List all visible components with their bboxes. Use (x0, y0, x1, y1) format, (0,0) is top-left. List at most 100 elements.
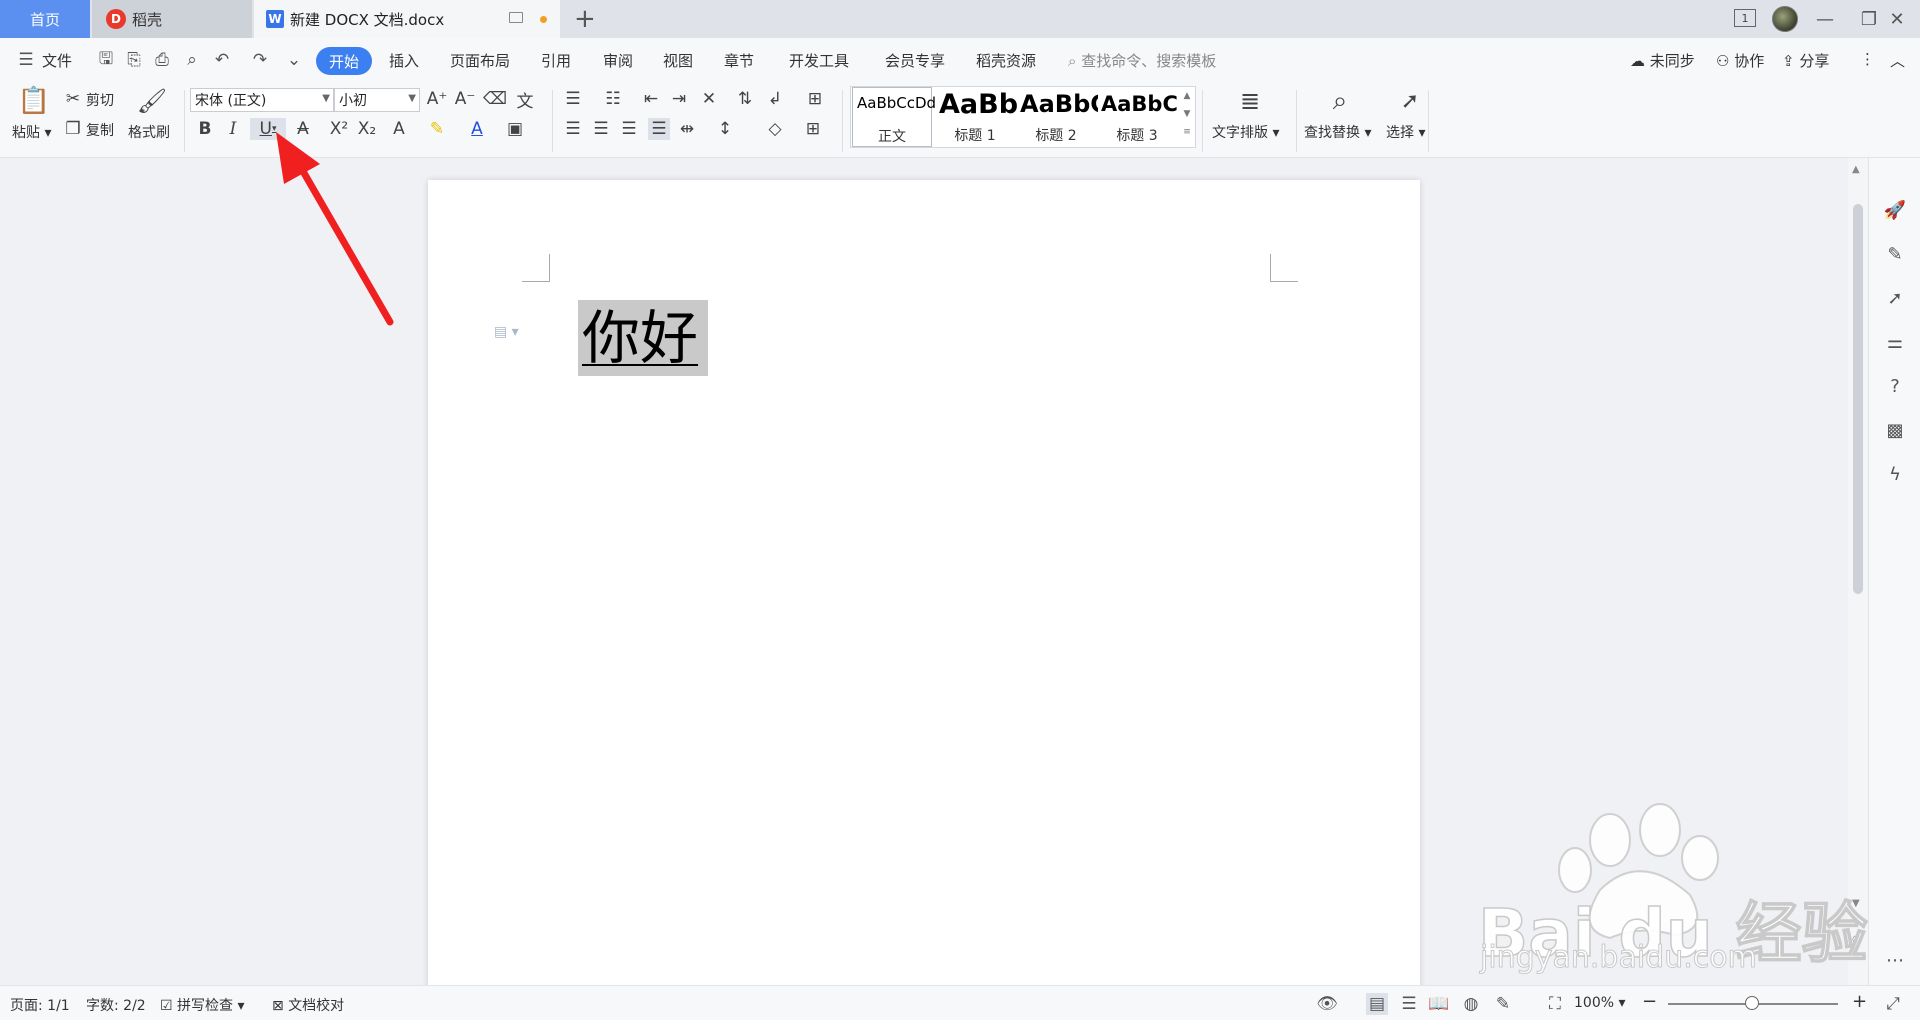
web-view-icon[interactable]: ◍ (1460, 993, 1482, 1015)
tab-document[interactable]: W 新建 DOCX 文档.docx (254, 0, 560, 38)
save-icon[interactable]: 🖫 (96, 49, 116, 70)
reading-view-icon[interactable]: 📖 (1428, 993, 1450, 1015)
tab-home[interactable]: 首页 (0, 0, 90, 38)
menu-start[interactable]: 开始 (316, 47, 372, 75)
increase-indent-icon[interactable]: ⇥ (668, 88, 690, 110)
menu-view[interactable]: 视图 (663, 50, 693, 71)
line-spacing-icon[interactable]: ↕ (714, 118, 736, 140)
align-right-icon[interactable]: ☰ (618, 118, 640, 140)
menu-review[interactable]: 审阅 (603, 50, 633, 71)
fit-page-icon[interactable]: ⛶ (1544, 993, 1566, 1015)
help-icon[interactable]: ? (1883, 374, 1907, 398)
grow-font-icon[interactable]: A⁺ (426, 88, 448, 110)
fullscreen-icon[interactable]: ⤢ (1882, 993, 1904, 1015)
align-left-icon[interactable]: ☰ (562, 118, 584, 140)
paste-button[interactable]: 粘贴 ▾ (12, 122, 51, 142)
select-cursor-icon[interactable]: ➚ (1396, 86, 1424, 116)
hamburger-menu-icon[interactable]: ☰ (16, 50, 36, 70)
copy-button[interactable]: 复制 (86, 120, 114, 140)
bold-button[interactable]: B (194, 118, 216, 140)
menu-insert[interactable]: 插入 (389, 50, 419, 71)
decrease-indent-icon[interactable]: ⇤ (640, 88, 662, 110)
undo-icon[interactable]: ↶ (212, 50, 232, 70)
spell-check-button[interactable]: ☑ 拼写检查 ▾ (160, 995, 245, 1015)
distributed-align-icon[interactable]: ⇹ (676, 118, 698, 140)
vertical-scrollbar[interactable]: ▲ ▼ ⇞ ○ ⇟ (1848, 158, 1868, 985)
select-button[interactable]: 选择 ▾ (1386, 122, 1425, 142)
command-search[interactable]: ⌕ 查找命令、搜索模板 (1068, 50, 1216, 71)
pen-icon[interactable]: ✎ (1883, 242, 1907, 266)
menu-references[interactable]: 引用 (541, 50, 571, 71)
menu-file[interactable]: 文件 (42, 50, 72, 71)
copy-icon[interactable]: ❐ (62, 118, 84, 140)
close-button[interactable]: ✕ (1874, 0, 1920, 38)
menu-chapter[interactable]: 章节 (724, 50, 754, 71)
find-replace-icon[interactable]: ⌕ (1326, 86, 1354, 116)
paragraph-handle-icon[interactable]: ▤ ▾ (494, 324, 519, 340)
writing-mode-icon[interactable]: ✎ (1492, 993, 1514, 1015)
text-layout-icon[interactable]: ≣ (1236, 86, 1264, 116)
shading-icon[interactable]: ◇ (764, 118, 786, 140)
scissors-icon[interactable]: ✂ (62, 88, 84, 110)
user-avatar[interactable] (1772, 6, 1798, 32)
paste-icon[interactable]: 📋 (18, 86, 50, 116)
character-border-icon[interactable]: ▣ (504, 118, 526, 140)
bullet-list-icon[interactable]: ☰ (562, 88, 584, 110)
sliders-icon[interactable]: ⚌ (1883, 330, 1907, 354)
find-replace-button[interactable]: 查找替换 ▾ (1304, 122, 1371, 142)
scroll-up-icon[interactable]: ▲ (1852, 164, 1860, 175)
page-count[interactable]: 页面: 1/1 (10, 995, 70, 1015)
menu-page-layout[interactable]: 页面布局 (450, 50, 510, 71)
phonetic-guide-icon[interactable]: 文 (514, 88, 536, 112)
collaborate-button[interactable]: ⚇ 协作 (1716, 50, 1764, 71)
font-size-select[interactable]: 小初 ▼ (334, 88, 420, 112)
rocket-icon[interactable]: 🚀 (1883, 198, 1907, 222)
style-heading-3[interactable]: AaBbC 标题 3 (1097, 87, 1178, 147)
collapse-ribbon-icon[interactable]: ︿ (1890, 50, 1905, 71)
font-color-icon[interactable]: A (466, 118, 488, 140)
tab-stops-icon[interactable]: ⊞ (804, 88, 826, 110)
share-button[interactable]: ⇪ 分享 (1782, 50, 1829, 71)
italic-button[interactable]: I (222, 118, 244, 140)
print-icon[interactable]: ⎙ (152, 50, 172, 70)
gallery-icon[interactable]: ▩ (1883, 418, 1907, 442)
lightning-icon[interactable]: ϟ (1883, 462, 1907, 486)
customize-toolbar-icon[interactable]: ⌄ (284, 50, 304, 70)
menu-developer[interactable]: 开发工具 (789, 50, 849, 71)
page-view-icon[interactable]: ▤ (1366, 993, 1388, 1015)
cut-button[interactable]: 剪切 (86, 90, 114, 110)
sidebar-more-icon[interactable]: ⋯ (1883, 948, 1907, 972)
font-name-select[interactable]: 宋体 (正文) ▼ (190, 88, 334, 112)
cursor-icon[interactable]: ➚ (1883, 286, 1907, 310)
monitor-icon[interactable] (509, 12, 523, 23)
sync-button[interactable]: ☁ 未同步 (1630, 50, 1695, 71)
text-layout-button[interactable]: 文字排版 ▾ (1212, 122, 1279, 142)
print-preview-icon[interactable]: ⌕ (182, 50, 202, 70)
numbered-list-icon[interactable]: ☷ (602, 88, 624, 110)
more-options-icon[interactable]: ⋮ (1860, 50, 1875, 68)
style-heading-1[interactable]: AaBb 标题 1 (935, 87, 1017, 147)
document-proofread-button[interactable]: ⊠ 文档校对 (272, 995, 344, 1015)
selected-document-text[interactable]: 你好 (578, 300, 709, 376)
eye-protection-icon[interactable]: 👁 (1316, 993, 1338, 1015)
highlight-icon[interactable]: ✎ (426, 118, 448, 140)
scrollbar-thumb[interactable] (1853, 204, 1863, 594)
style-normal[interactable]: AaBbCcDd 正文 (852, 87, 936, 147)
document-page[interactable]: ▤ ▾ 你好 (428, 180, 1420, 985)
clear-format-icon[interactable]: ⌫ (483, 88, 507, 110)
shrink-font-icon[interactable]: A⁻ (454, 88, 476, 110)
zoom-out-button[interactable]: − (1642, 991, 1657, 1012)
chinese-layout-icon[interactable]: ✕ (698, 88, 720, 110)
window-count-badge[interactable]: 1 (1734, 9, 1756, 27)
format-painter-icon[interactable]: 🖌 (137, 86, 167, 116)
borders-icon[interactable]: ⊞ (802, 118, 824, 140)
format-painter-button[interactable]: 格式刷 (128, 122, 170, 142)
minimize-button[interactable]: — (1802, 0, 1848, 38)
outline-view-icon[interactable]: ☰ (1398, 993, 1420, 1015)
show-marks-icon[interactable]: ↲ (764, 88, 786, 110)
zoom-level-select[interactable]: 100% ▾ (1574, 995, 1626, 1011)
sort-icon[interactable]: ⇅ (734, 88, 756, 110)
redo-icon[interactable]: ↷ (250, 50, 270, 70)
style-heading-2[interactable]: AaBbC 标题 2 (1016, 87, 1098, 147)
tab-daoke[interactable]: D 稻壳 (92, 0, 252, 38)
